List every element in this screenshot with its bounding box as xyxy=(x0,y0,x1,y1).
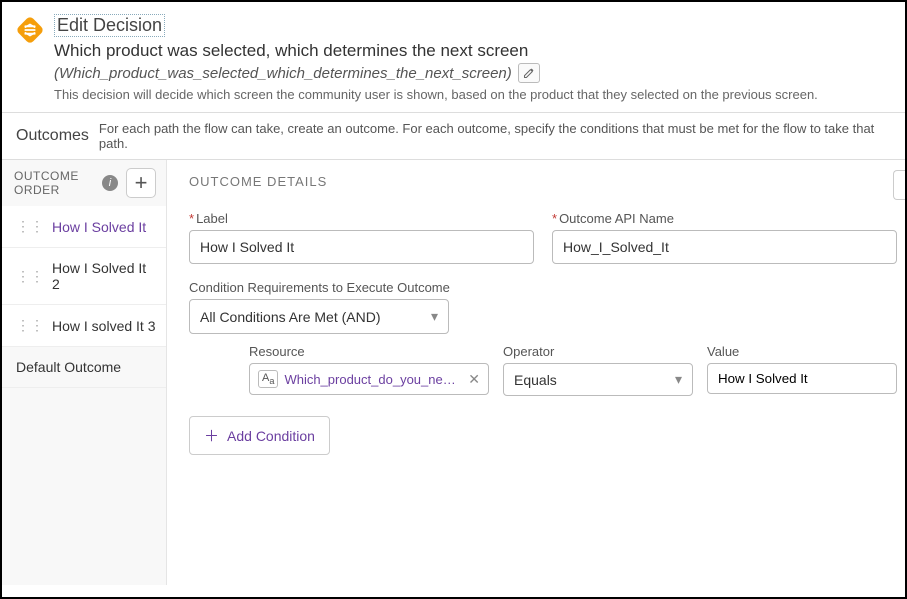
outcome-item-default[interactable]: Default Outcome xyxy=(2,347,166,388)
required-marker: * xyxy=(189,211,194,226)
resource-picker[interactable]: Aa Which_product_do_you_need_s... ✕ xyxy=(249,363,489,395)
label-field-label: Label xyxy=(196,211,228,226)
drag-handle-icon[interactable]: ⋮⋮ xyxy=(16,218,44,235)
outcome-item-how-i-solved-it-2[interactable]: ⋮⋮ How I Solved It 2 xyxy=(2,248,166,305)
main: OUTCOME ORDER i + ⋮⋮ How I Solved It ⋮⋮ … xyxy=(2,160,905,585)
info-icon[interactable]: i xyxy=(102,175,118,191)
operator-select[interactable]: Equals ▾ xyxy=(503,363,693,396)
outcome-item-how-i-solved-it-3[interactable]: ⋮⋮ How I solved It 3 xyxy=(2,305,166,347)
decision-description: This decision will decide which screen t… xyxy=(54,87,891,102)
label-field: *Label xyxy=(189,211,534,264)
api-name-input[interactable] xyxy=(552,230,897,264)
operator-field: Operator Equals ▾ xyxy=(503,344,693,396)
chevron-down-icon: ▾ xyxy=(431,308,438,325)
resource-label: Resource xyxy=(249,344,305,359)
condition-requirements-value: All Conditions Are Met (AND) xyxy=(200,309,381,325)
header: Edit Decision Which product was selected… xyxy=(2,2,905,112)
api-name-field: *Outcome API Name xyxy=(552,211,897,264)
api-name-field-label: Outcome API Name xyxy=(559,211,674,226)
value-field: Value xyxy=(707,344,897,396)
header-texts: Edit Decision Which product was selected… xyxy=(54,14,891,102)
label-input[interactable] xyxy=(189,230,534,264)
outcome-details-panel: OUTCOME DETAILS *Label *Outcome API Name… xyxy=(167,160,905,585)
add-condition-label: Add Condition xyxy=(227,428,315,444)
drag-handle-icon[interactable]: ⋮⋮ xyxy=(16,268,44,285)
value-label: Value xyxy=(707,344,739,359)
condition-row: Resource Aa Which_product_do_you_need_s.… xyxy=(249,344,897,396)
panel-edge-button[interactable] xyxy=(893,170,905,200)
text-resource-icon: Aa xyxy=(258,370,278,388)
pencil-icon xyxy=(523,67,535,79)
resource-field: Resource Aa Which_product_do_you_need_s.… xyxy=(249,344,489,396)
operator-value: Equals xyxy=(514,372,557,388)
required-marker: * xyxy=(552,211,557,226)
decision-api-name: (Which_product_was_selected_which_determ… xyxy=(54,65,512,82)
plus-icon: ＋ xyxy=(204,425,219,446)
operator-label: Operator xyxy=(503,344,554,359)
condition-requirements-field: Condition Requirements to Execute Outcom… xyxy=(189,280,897,334)
outcomes-help-text: For each path the flow can take, create … xyxy=(99,121,891,151)
decision-icon xyxy=(16,16,44,44)
condition-requirements-label: Condition Requirements to Execute Outcom… xyxy=(189,280,450,295)
condition-requirements-select[interactable]: All Conditions Are Met (AND) ▾ xyxy=(189,299,449,334)
outcome-item-label: How I Solved It xyxy=(52,219,146,235)
outcomes-section-header: Outcomes For each path the flow can take… xyxy=(2,112,905,160)
outcome-item-label: How I Solved It 2 xyxy=(52,260,156,292)
resource-value: Which_product_do_you_need_s... xyxy=(284,372,462,387)
drag-handle-icon[interactable]: ⋮⋮ xyxy=(16,317,44,334)
outcome-details-heading: OUTCOME DETAILS xyxy=(189,174,897,189)
outcome-item-how-i-solved-it[interactable]: ⋮⋮ How I Solved It xyxy=(2,206,166,248)
decision-label: Which product was selected, which determ… xyxy=(54,41,891,61)
outcomes-label: Outcomes xyxy=(16,127,89,145)
outcome-order-header: OUTCOME ORDER i + xyxy=(2,160,166,206)
page-title: Edit Decision xyxy=(54,14,165,37)
clear-resource-icon[interactable]: ✕ xyxy=(468,371,480,388)
edit-api-name-button[interactable] xyxy=(518,63,540,83)
outcome-item-label: Default Outcome xyxy=(16,359,121,375)
outcome-order-label: OUTCOME ORDER xyxy=(14,169,94,198)
outcome-order-sidebar: OUTCOME ORDER i + ⋮⋮ How I Solved It ⋮⋮ … xyxy=(2,160,167,585)
outcome-item-label: How I solved It 3 xyxy=(52,318,156,334)
value-input[interactable] xyxy=(707,363,897,394)
add-outcome-button[interactable]: + xyxy=(126,168,156,198)
add-condition-button[interactable]: ＋ Add Condition xyxy=(189,416,330,455)
chevron-down-icon: ▾ xyxy=(675,371,682,388)
